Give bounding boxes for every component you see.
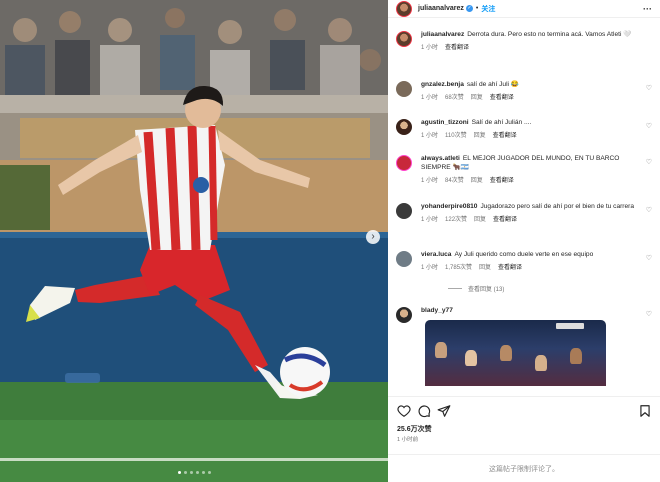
next-photo-button[interactable]: › xyxy=(366,230,380,244)
caption-username[interactable]: juliaanalvarez xyxy=(421,31,464,38)
comments-disabled-notice: 这篇帖子限制评论了。 xyxy=(388,454,660,482)
caption: juliaanalvarez Derrota dura. Pero esto no… xyxy=(388,30,660,51)
post-actions xyxy=(388,396,660,420)
avatar[interactable] xyxy=(396,155,412,171)
reply-button[interactable]: 回复 xyxy=(474,217,486,223)
follow-button[interactable]: 关注 xyxy=(481,4,495,14)
carousel-dots xyxy=(0,471,388,474)
post-username[interactable]: juliaanalvarez xyxy=(418,5,464,12)
heart-icon[interactable]: ♡ xyxy=(646,254,652,262)
share-icon[interactable] xyxy=(437,404,451,418)
heart-icon[interactable]: ♡ xyxy=(646,84,652,92)
translate-link[interactable]: 查看翻译 xyxy=(445,45,469,51)
avatar[interactable] xyxy=(396,0,412,17)
carousel-dot xyxy=(195,471,199,474)
separator-dot: • xyxy=(475,5,479,12)
avatar[interactable] xyxy=(396,119,412,135)
heart-icon[interactable]: ♡ xyxy=(646,206,652,214)
broadcast-logo xyxy=(556,323,584,329)
comment-likes[interactable]: 84次赞 xyxy=(445,178,464,184)
carousel-dot xyxy=(201,471,205,474)
avatar[interactable] xyxy=(396,81,412,97)
translate-link[interactable]: 查看翻译 xyxy=(490,178,514,184)
heart-icon[interactable]: ♡ xyxy=(646,310,652,318)
carousel-dot xyxy=(177,471,181,474)
comment-likes[interactable]: 68次赞 xyxy=(445,95,464,101)
likes-count[interactable]: 25.6万次赞 xyxy=(397,424,432,434)
translate-link[interactable]: 查看翻译 xyxy=(493,133,517,139)
fan-figure xyxy=(465,350,477,366)
fan-figure xyxy=(535,355,547,371)
carousel-dot xyxy=(183,471,187,474)
list-item: yohanderpire0810 Jugadorazo pero salí de … xyxy=(388,202,660,223)
comments-list: juliaanalvarez Derrota dura. Pero esto no… xyxy=(388,26,660,386)
comment-text: Jugadorazo pero salí de ahí por el bien … xyxy=(480,203,635,210)
post-header: juliaanalvarez ✓ • 关注 ··· xyxy=(388,0,660,18)
comment-time: 1 小时 xyxy=(421,178,439,184)
comment-likes[interactable]: 122次赞 xyxy=(445,217,467,223)
bookmark-icon[interactable] xyxy=(638,404,652,418)
list-item: viera.luca Ay Juli querido como duele ver… xyxy=(388,250,660,271)
comment-time: 1 小时 xyxy=(421,217,439,223)
avatar[interactable] xyxy=(396,203,412,219)
carousel-dot xyxy=(189,471,193,474)
reply-button[interactable]: 回复 xyxy=(474,133,486,139)
carousel-dot xyxy=(207,471,211,474)
comment-likes[interactable]: 1,785次赞 xyxy=(445,265,472,271)
list-item: always.atleti EL MEJOR JUGADOR DEL MUNDO,… xyxy=(388,154,660,184)
translate-link[interactable]: 查看翻译 xyxy=(498,265,522,271)
post-sidebar: juliaanalvarez ✓ • 关注 ··· juliaanalvarez… xyxy=(388,0,660,482)
heart-icon[interactable]: ♡ xyxy=(646,158,652,166)
translate-link[interactable]: 查看翻译 xyxy=(493,217,517,223)
divider xyxy=(448,288,462,289)
translate-link[interactable]: 查看翻译 xyxy=(490,95,514,101)
comment-username[interactable]: blady_y77 xyxy=(421,307,453,314)
avatar[interactable] xyxy=(396,251,412,267)
comment-username[interactable]: always.atleti xyxy=(421,155,460,162)
post-media[interactable]: › xyxy=(0,0,388,482)
chevron-right-icon: › xyxy=(371,231,375,242)
comment-username[interactable]: gnzalez.benja xyxy=(421,81,464,88)
comment-username[interactable]: viera.luca xyxy=(421,251,451,258)
list-item: agustin_tizzoni Salí de ahí Julián .... 1… xyxy=(388,118,660,139)
view-replies-label: 查看回复 (13) xyxy=(468,287,505,293)
avatar[interactable] xyxy=(396,307,412,323)
comment-text: Salí de ahí Julián .... xyxy=(471,119,532,126)
caption-time: 1 小时 xyxy=(421,45,439,51)
reply-button[interactable]: 回复 xyxy=(471,95,483,101)
heart-icon[interactable]: ♡ xyxy=(646,122,652,130)
caption-text: Derrota dura. Pero esto no termina acá. … xyxy=(467,31,632,38)
list-item: gnzalez.benja salí de ahí Juli 😂 1 小时 68次赞… xyxy=(388,80,660,101)
heart-icon[interactable] xyxy=(397,404,411,418)
more-horizontal-icon[interactable]: ··· xyxy=(643,4,652,14)
avatar[interactable] xyxy=(396,31,412,47)
post-time: 1 小时前 xyxy=(397,437,419,443)
view-replies-button[interactable]: 查看回复 (13) xyxy=(448,284,504,293)
fan-figure xyxy=(500,345,512,361)
comment-username[interactable]: yohanderpire0810 xyxy=(421,203,477,210)
fan-figure xyxy=(435,342,447,358)
fan-figure xyxy=(570,348,582,364)
comment-time: 1 小时 xyxy=(421,133,439,139)
comment-likes[interactable]: 110次赞 xyxy=(445,133,467,139)
comment-attachment-image[interactable] xyxy=(425,320,606,386)
post-photo xyxy=(0,0,388,482)
comment-text: salí de ahí Juli 😂 xyxy=(466,81,520,88)
comment-time: 1 小时 xyxy=(421,265,439,271)
reply-button[interactable]: 回复 xyxy=(471,178,483,184)
comment-time: 1 小时 xyxy=(421,95,439,101)
comment-username[interactable]: agustin_tizzoni xyxy=(421,119,469,126)
comment-text: Ay Juli querido como duele verte en ese … xyxy=(454,251,594,258)
comment-icon[interactable] xyxy=(417,404,431,418)
reply-button[interactable]: 回复 xyxy=(479,265,491,271)
verified-icon: ✓ xyxy=(465,5,473,12)
